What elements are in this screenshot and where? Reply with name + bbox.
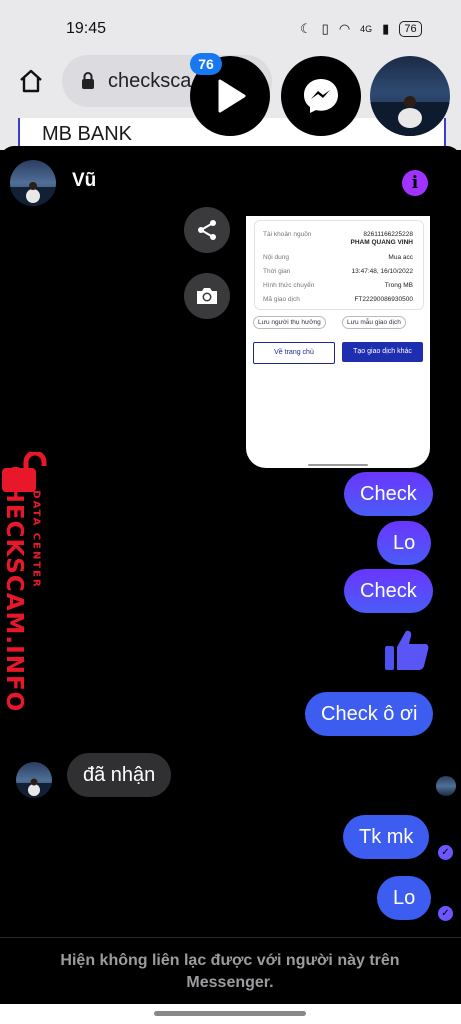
signal-icon: ▮ bbox=[382, 21, 390, 36]
peer-avatar[interactable] bbox=[16, 762, 52, 798]
lock-icon bbox=[82, 72, 94, 89]
new-transfer-button: Tạo giao dịch khác bbox=[342, 342, 423, 362]
seen-avatar bbox=[436, 776, 456, 796]
battery-icon: 76 bbox=[399, 21, 422, 37]
wifi-icon: ◠ bbox=[338, 21, 351, 36]
footer-divider bbox=[0, 937, 461, 938]
home-button: Về trang chủ bbox=[253, 342, 335, 364]
receipt-row: PHAM QUANG VINH bbox=[350, 239, 413, 246]
gesture-pill[interactable] bbox=[154, 1011, 306, 1016]
camera-button[interactable] bbox=[184, 273, 230, 319]
message-bubble-outgoing[interactable]: Check bbox=[344, 472, 433, 516]
camera-icon bbox=[197, 288, 217, 304]
unavailable-notice: Hiện không liên lạc được với người này t… bbox=[60, 952, 400, 991]
message-bubble-outgoing[interactable]: Tk mk bbox=[343, 815, 430, 859]
watermark-text: CHECKSCAM.INFO bbox=[1, 465, 27, 713]
vibrate-icon: ▯ bbox=[321, 21, 329, 36]
url-text[interactable]: checksca bbox=[108, 70, 191, 93]
receipt-row: Thời gian 13:47:48, 16/10/2022 bbox=[263, 268, 413, 275]
receipt-row: Tài khoản nguồn 82611166225228 bbox=[263, 231, 413, 238]
receipt-card: Tài khoản nguồn 82611166225228 PHAM QUANG… bbox=[254, 220, 424, 310]
home-indicator bbox=[308, 464, 368, 466]
page-heading: MB BANK bbox=[42, 123, 133, 145]
message-bubble-outgoing[interactable]: Check bbox=[344, 569, 433, 613]
sent-check-icon: ✓ bbox=[438, 845, 453, 860]
share-button[interactable] bbox=[184, 207, 230, 253]
contact-chathead[interactable] bbox=[370, 56, 450, 136]
network-label: 4G bbox=[360, 24, 373, 34]
receipt-row: Hình thức chuyển Trong MB bbox=[263, 282, 413, 289]
receipt-row: Nội dung Mua acc bbox=[263, 254, 413, 261]
receipt-row: Mã giao dịch FT22290086930500 bbox=[263, 296, 413, 303]
home-icon[interactable] bbox=[18, 68, 44, 94]
save-template-button: Lưu mẫu giao dịch bbox=[342, 316, 406, 329]
avatar-photo bbox=[10, 182, 56, 206]
watermark-subtitle: DATA CENTER bbox=[30, 490, 42, 589]
notification-badge: 76 bbox=[190, 53, 222, 75]
dnd-moon-icon: ☾ bbox=[300, 21, 312, 36]
messenger-icon bbox=[304, 79, 338, 113]
message-bubble-outgoing[interactable]: Lo bbox=[377, 521, 432, 565]
message-bubble-outgoing[interactable]: Check ô ơi bbox=[305, 692, 434, 736]
peer-photo bbox=[16, 778, 52, 798]
receipt-image[interactable]: Tài khoản nguồn 82611166225228 PHAM QUANG… bbox=[246, 216, 430, 468]
contact-name[interactable]: Vũ bbox=[72, 170, 96, 192]
contact-photo bbox=[370, 96, 450, 136]
save-beneficiary-button: Lưu người thụ hưởng bbox=[253, 316, 326, 329]
play-icon bbox=[218, 79, 246, 113]
status-time: 19:45 bbox=[66, 20, 107, 37]
share-icon bbox=[198, 220, 216, 240]
sent-check-icon: ✓ bbox=[438, 906, 453, 921]
messenger-chathead[interactable] bbox=[281, 56, 361, 136]
thumbs-up-icon[interactable] bbox=[383, 626, 431, 674]
status-icons: ☾ ▯ ◠ 4G ▮ 76 bbox=[300, 21, 422, 37]
message-bubble-outgoing[interactable]: Lo bbox=[377, 876, 432, 920]
header-avatar[interactable] bbox=[10, 160, 56, 206]
message-bubble-incoming[interactable]: đã nhận bbox=[67, 753, 172, 797]
info-icon[interactable]: i bbox=[402, 170, 428, 196]
